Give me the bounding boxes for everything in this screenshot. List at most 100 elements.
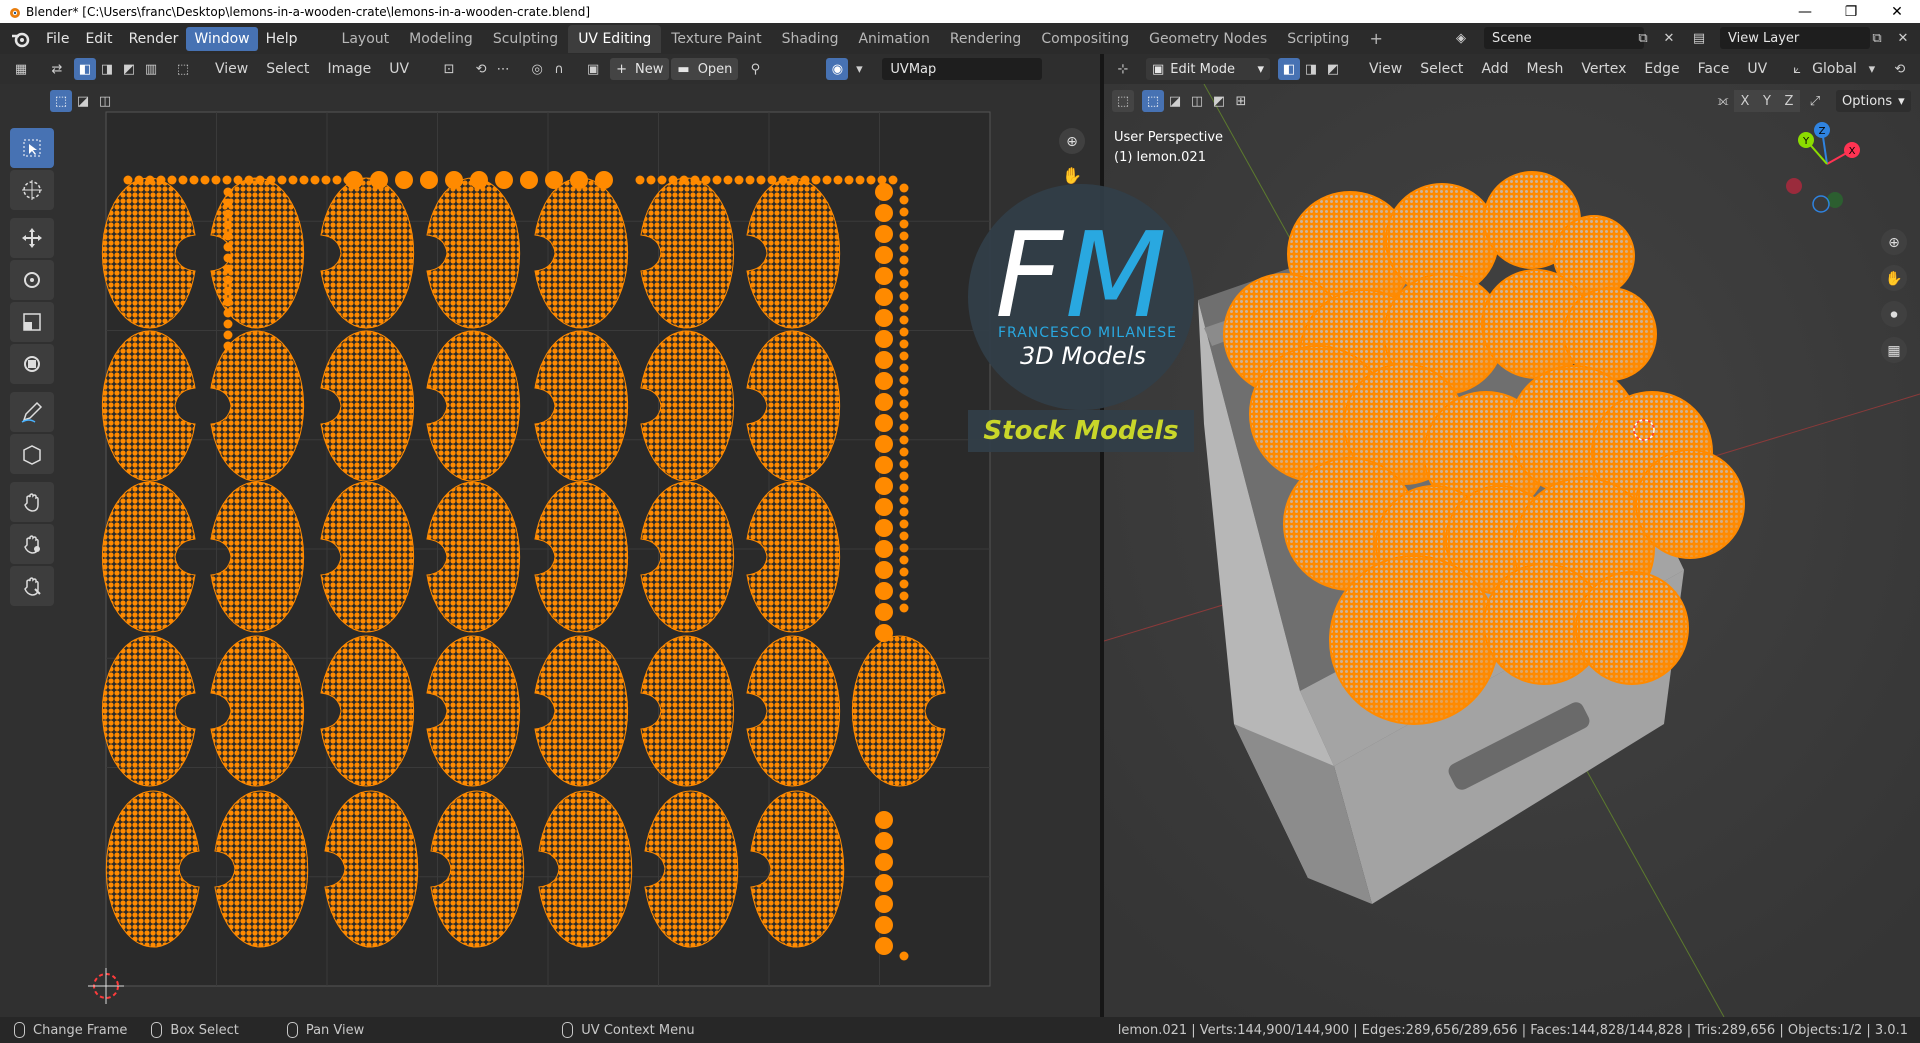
auto-merge-icon[interactable]: ⤢ — [1804, 90, 1826, 112]
uv-zoom-icon[interactable]: ⊕ — [1059, 128, 1085, 154]
uv-menu-select[interactable]: Select — [257, 61, 318, 77]
pin-icon[interactable]: ⚲ — [744, 58, 766, 80]
tool-annotate[interactable] — [10, 392, 54, 432]
tab-uv-editing[interactable]: UV Editing — [568, 24, 662, 53]
vp-menu-add[interactable]: Add — [1472, 61, 1517, 77]
uv-overlays-icon[interactable]: ◉ — [826, 58, 849, 80]
tab-rendering[interactable]: Rendering — [940, 25, 1032, 53]
mirror-z-button[interactable]: Z — [1778, 90, 1800, 112]
sync-selection-icon[interactable]: ⇄ — [46, 58, 68, 80]
vp-select-new-icon[interactable]: ⬚ — [1142, 90, 1164, 112]
vp-menu-uv[interactable]: UV — [1738, 61, 1776, 77]
overlays-dropdown-icon[interactable]: ▾ — [848, 58, 870, 80]
view-layer-selector[interactable]: View Layer — [1720, 27, 1870, 49]
new-scene-icon[interactable]: ⧉ — [1632, 27, 1654, 49]
falloff-icon[interactable]: ∩ — [548, 58, 570, 80]
tool-rip[interactable] — [10, 434, 54, 474]
3d-viewport[interactable]: X Z Y ⊕ ✋ ⏺ ▦ ⬚ ⬚ ◪ ◫ ◩ ⊞ ⟗ X Y Z ⤢ Opti… — [1104, 84, 1920, 1017]
vp-tool-select-icon[interactable]: ⬚ — [1112, 90, 1134, 112]
tool-move[interactable] — [10, 218, 54, 258]
vp-menu-view[interactable]: View — [1360, 61, 1411, 77]
uvmap-selector[interactable]: UVMap — [882, 58, 1043, 80]
vp-menu-select[interactable]: Select — [1411, 61, 1472, 77]
3d-scene[interactable]: X Z Y ⊕ ✋ ⏺ ▦ — [1104, 84, 1920, 1017]
snap-icon[interactable]: ⟲ — [470, 58, 492, 80]
uv-layout[interactable]: ⊕ ✋ — [0, 84, 1100, 1017]
menu-edit[interactable]: Edit — [77, 27, 120, 51]
orientation-icon[interactable]: ⟀ — [1786, 58, 1808, 80]
orientation-chevron-icon[interactable]: ▾ — [1861, 58, 1883, 80]
add-workspace-icon[interactable]: + — [1359, 23, 1392, 54]
view-layer-icon[interactable]: ▤ — [1688, 27, 1710, 49]
vertex-select-icon[interactable]: ◧ — [74, 58, 96, 80]
tab-geometry-nodes[interactable]: Geometry Nodes — [1139, 25, 1277, 53]
blender-logo-icon[interactable] — [10, 28, 32, 50]
lemon-sphere[interactable] — [1635, 449, 1745, 559]
vp-pan-icon[interactable]: ✋ — [1881, 265, 1907, 291]
tab-shading[interactable]: Shading — [772, 25, 849, 53]
delete-scene-icon[interactable]: ✕ — [1658, 27, 1680, 49]
minimize-button[interactable]: — — [1782, 0, 1828, 23]
orientation-dropdown[interactable]: Global — [1808, 61, 1861, 77]
snap-increment-icon[interactable]: ⋯ — [492, 58, 514, 80]
tab-scripting[interactable]: Scripting — [1277, 25, 1359, 53]
pivot-icon[interactable]: ⊡ — [438, 58, 460, 80]
tab-sculpting[interactable]: Sculpting — [483, 25, 568, 53]
tool-relax[interactable] — [10, 524, 54, 564]
editor-type-icon[interactable]: ▦ — [10, 58, 32, 80]
tab-modeling[interactable]: Modeling — [399, 25, 483, 53]
sticky-select-icon[interactable]: ⬚ — [172, 58, 194, 80]
uv-menu-uv[interactable]: UV — [380, 61, 418, 77]
mirror-icon[interactable]: ⟗ — [1712, 90, 1734, 112]
close-window-button[interactable]: ✕ — [1874, 0, 1920, 23]
lemon-sphere[interactable] — [1575, 571, 1689, 685]
vp-menu-mesh[interactable]: Mesh — [1518, 61, 1573, 77]
vp-menu-edge[interactable]: Edge — [1635, 61, 1688, 77]
vp-select-intersect-icon[interactable]: ⊞ — [1230, 90, 1252, 112]
scene-icon[interactable]: ◈ — [1450, 27, 1472, 49]
new-view-layer-icon[interactable]: ⧉ — [1866, 27, 1888, 49]
tool-select-box[interactable] — [10, 128, 54, 168]
tab-compositing[interactable]: Compositing — [1031, 25, 1139, 53]
delete-view-layer-icon[interactable]: ✕ — [1892, 27, 1914, 49]
scene-selector[interactable]: Scene — [1484, 27, 1644, 49]
vp-menu-face[interactable]: Face — [1689, 61, 1739, 77]
tab-layout[interactable]: Layout — [332, 25, 400, 53]
maximize-button[interactable]: ❐ — [1828, 0, 1874, 23]
tool-cursor[interactable] — [10, 170, 54, 210]
edge-select-icon[interactable]: ◨ — [96, 58, 118, 80]
open-image-button[interactable]: ▬ Open — [671, 58, 739, 80]
uv-menu-view[interactable]: View — [206, 61, 257, 77]
tool-grab[interactable] — [10, 482, 54, 522]
vp-ortho-toggle-icon[interactable]: ▦ — [1881, 337, 1907, 363]
tool-transform[interactable] — [10, 344, 54, 384]
tab-texture-paint[interactable]: Texture Paint — [661, 25, 771, 53]
vp-zoom-icon[interactable]: ⊕ — [1881, 229, 1907, 255]
editor-type-3d-icon[interactable]: ⊹ — [1112, 58, 1134, 80]
vertex-mode-icon[interactable]: ◧ — [1278, 58, 1300, 80]
pivot-point-icon[interactable]: ⟲ — [1889, 58, 1911, 80]
lemon-sphere[interactable] — [1329, 555, 1499, 725]
face-select-icon[interactable]: ◩ — [118, 58, 140, 80]
menu-help[interactable]: Help — [258, 27, 306, 51]
mirror-y-button[interactable]: Y — [1756, 90, 1778, 112]
uv-pan-icon[interactable]: ✋ — [1062, 166, 1082, 185]
mode-dropdown[interactable]: ▣ Edit Mode ▾ — [1146, 58, 1270, 80]
tool-rotate[interactable] — [10, 260, 54, 300]
vp-menu-vertex[interactable]: Vertex — [1572, 61, 1635, 77]
image-browse-icon[interactable]: ▣ — [582, 58, 604, 80]
vp-camera-icon[interactable]: ⏺ — [1881, 301, 1907, 327]
tool-pinch[interactable] — [10, 566, 54, 606]
mirror-x-button[interactable]: X — [1734, 90, 1756, 112]
menu-window[interactable]: Window — [186, 26, 258, 51]
uv-editor-canvas[interactable]: ⬚ ◪ ◫ ⊕ ✋ — [0, 84, 1100, 1017]
menu-render[interactable]: Render — [121, 27, 187, 51]
menu-file[interactable]: File — [38, 27, 77, 51]
tab-animation[interactable]: Animation — [848, 25, 939, 53]
proportional-edit-icon[interactable]: ◎ — [526, 58, 548, 80]
edge-mode-icon[interactable]: ◨ — [1300, 58, 1322, 80]
uv-menu-image[interactable]: Image — [318, 61, 380, 77]
vp-select-subtract-icon[interactable]: ◫ — [1186, 90, 1208, 112]
island-select-icon[interactable]: ▥ — [140, 58, 162, 80]
tool-scale[interactable] — [10, 302, 54, 342]
